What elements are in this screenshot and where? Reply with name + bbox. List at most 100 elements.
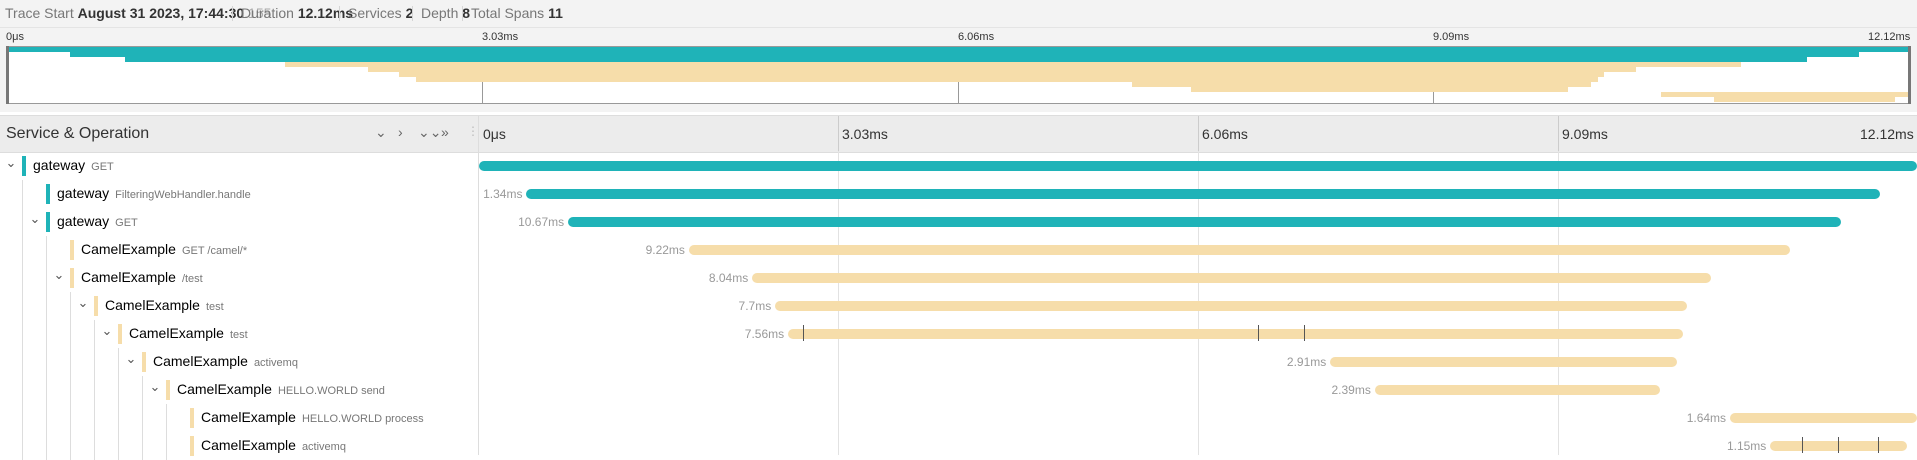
span-duration: 10.67ms	[518, 215, 565, 229]
duration-value: 12.12ms	[297, 5, 354, 21]
expand-toggle-icon[interactable]: ⌄	[5, 155, 17, 171]
span-row[interactable]: ⌄ CamelExample HELLO.WORLD send 2.39ms	[0, 376, 1917, 404]
operation-label: GET	[115, 217, 138, 229]
service-name[interactable]: CamelExample HELLO.WORLD process	[201, 409, 424, 425]
span-log-marker[interactable]	[802, 325, 804, 341]
service-name[interactable]: CamelExample/test	[81, 269, 203, 285]
span-bar[interactable]	[752, 273, 1712, 283]
collapse-all-icon[interactable]: ⌄⌄	[418, 124, 441, 141]
service-name[interactable]: gateway GET	[57, 213, 138, 229]
span-log-marker[interactable]	[1304, 325, 1306, 341]
span-row[interactable]: CamelExample GET /camel/* 9.22ms	[0, 236, 1917, 264]
span-bar[interactable]	[526, 189, 1880, 199]
indent-guide	[22, 376, 23, 404]
services-label: Services	[348, 5, 402, 21]
operation-label: HELLO.WORLD process	[301, 413, 424, 425]
minimap-tick: 3.03ms	[482, 31, 519, 43]
indent-guide	[70, 348, 71, 376]
minimap-range-handle[interactable]	[1908, 46, 1911, 104]
service-name[interactable]: CamelExample test	[105, 297, 224, 313]
minimap-tick: 9.09ms	[1433, 31, 1470, 43]
minimap-tick: 0μs	[6, 31, 24, 43]
span-duration: 8.04ms	[708, 271, 749, 285]
span-bar[interactable]	[775, 301, 1687, 311]
indent-guide	[46, 348, 47, 376]
span-bar[interactable]	[479, 161, 1917, 171]
span-row[interactable]: ⌄ CamelExample/test 8.04ms	[0, 264, 1917, 292]
indent-guide	[94, 376, 95, 404]
indent-guide	[46, 236, 47, 264]
service-label: CamelExample	[153, 353, 248, 369]
header-divider	[232, 6, 233, 21]
expand-one-icon[interactable]: ›	[398, 124, 403, 140]
service-label: CamelExample	[81, 269, 176, 285]
service-color-marker	[46, 212, 50, 232]
service-label: gateway	[57, 213, 110, 229]
indent-guide	[46, 432, 47, 460]
span-bar[interactable]	[788, 329, 1683, 339]
indent-guide	[118, 432, 119, 460]
minimap-tick: 6.06ms	[958, 31, 995, 43]
service-label: CamelExample	[81, 241, 176, 257]
span-row[interactable]: ⌄ gateway GET 10.67ms	[0, 208, 1917, 236]
span-row[interactable]: CamelExample HELLO.WORLD process 1.64ms	[0, 404, 1917, 432]
span-duration: 9.22ms	[645, 243, 685, 257]
span-row[interactable]: CamelExample activemq 1.15ms	[0, 432, 1917, 460]
span-bar[interactable]	[568, 217, 1841, 227]
expand-toggle-icon[interactable]: ⌄	[53, 267, 65, 283]
service-name[interactable]: CamelExample test	[129, 325, 248, 341]
service-name[interactable]: CamelExample HELLO.WORLD send	[177, 381, 385, 397]
service-name[interactable]: CamelExample activemq	[153, 353, 298, 369]
span-row[interactable]: ⌄ gateway GET	[0, 152, 1917, 180]
minimap-range-handle[interactable]	[6, 46, 9, 104]
span-bar[interactable]	[1374, 385, 1660, 395]
span-duration: 1.15ms	[1726, 439, 1767, 453]
expand-toggle-icon[interactable]: ⌄	[29, 211, 41, 227]
service-operation-title: Service & Operation	[6, 125, 150, 142]
expand-toggle-icon[interactable]: ⌄	[125, 351, 137, 367]
service-name[interactable]: CamelExample GET /camel/*	[81, 241, 247, 257]
span-row[interactable]: gateway FilteringWebHandler.handle 1.34ms	[0, 180, 1917, 208]
trace-minimap[interactable]: 0μs 3.03ms 6.06ms 9.09ms 12.12ms	[0, 28, 1917, 112]
indent-guide	[46, 404, 47, 432]
service-label: CamelExample	[129, 325, 224, 341]
operation-label: GET /camel/*	[181, 245, 248, 257]
span-log-marker[interactable]	[1258, 325, 1260, 341]
service-color-marker	[94, 296, 98, 316]
service-color-marker	[70, 240, 74, 260]
span-bar[interactable]	[1330, 357, 1677, 367]
services: Services 2	[348, 5, 413, 21]
span-row[interactable]: ⌄ CamelExample activemq 2.91ms	[0, 348, 1917, 376]
span-row[interactable]: ⌄ CamelExample test 7.7ms	[0, 292, 1917, 320]
indent-guide	[142, 404, 143, 432]
span-duration: 2.39ms	[1331, 383, 1371, 397]
expand-toggle-icon[interactable]: ⌄	[101, 323, 113, 339]
span-row[interactable]: ⌄ CamelExample test 7.56ms	[0, 320, 1917, 348]
service-label: CamelExample	[105, 297, 200, 313]
expand-toggle-icon[interactable]: ⌄	[149, 379, 161, 395]
service-name[interactable]: gateway GET	[33, 157, 114, 173]
indent-guide	[46, 320, 47, 348]
expand-toggle-icon[interactable]: ⌄	[77, 295, 89, 311]
operation-label: HELLO.WORLD send	[277, 385, 385, 397]
indent-guide	[22, 180, 23, 208]
indent-guide	[118, 404, 119, 432]
expand-all-icon[interactable]: »	[441, 124, 449, 140]
span-log-marker[interactable]	[1801, 437, 1803, 453]
service-color-marker	[142, 352, 146, 372]
indent-guide	[22, 320, 23, 348]
collapse-one-icon[interactable]: ⌄	[375, 124, 387, 141]
span-log-marker[interactable]	[1878, 437, 1880, 453]
span-bar[interactable]	[1730, 413, 1917, 423]
span-bar[interactable]	[688, 245, 1791, 255]
span-duration: 7.56ms	[744, 327, 785, 341]
span-duration: 2.91ms	[1286, 355, 1327, 369]
service-name[interactable]: CamelExample activemq	[201, 437, 346, 453]
span-log-marker[interactable]	[1837, 437, 1839, 453]
service-name[interactable]: gateway FilteringWebHandler.handle	[57, 185, 251, 201]
trace-start-value: August 31 2023, 17:44:30	[77, 5, 245, 21]
service-label: gateway	[33, 157, 86, 173]
header-divider	[462, 6, 463, 21]
service-color-marker	[190, 408, 194, 428]
operation-label: activemq	[301, 441, 346, 453]
